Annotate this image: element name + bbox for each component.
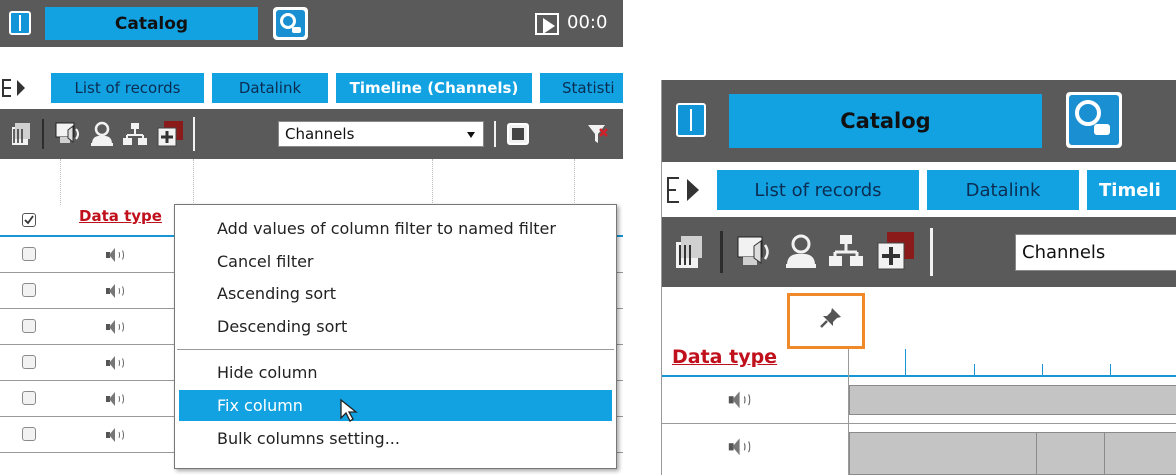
row-checkbox[interactable] <box>22 427 36 441</box>
app-logo-icon[interactable] <box>273 7 308 40</box>
tab-timeline-channels[interactable]: Timeli <box>1087 170 1176 210</box>
catalog-button[interactable]: Catalog <box>45 7 258 40</box>
tab-expand-icon[interactable] <box>667 171 707 207</box>
catalog-button[interactable]: Catalog <box>729 94 1042 148</box>
check-icon <box>24 215 34 225</box>
mouse-cursor-icon <box>340 398 358 422</box>
speaker-icon <box>106 356 126 370</box>
table-row[interactable] <box>662 377 1176 424</box>
column-context-menu: Add values of column filter to named fil… <box>174 204 617 469</box>
panel-toggle-icon[interactable] <box>9 11 31 35</box>
tree-icon[interactable] <box>828 233 864 271</box>
menu-item-descending-sort[interactable]: Descending sort <box>179 311 612 342</box>
chevron-down-icon <box>467 132 475 138</box>
archive-icon[interactable] <box>674 234 704 270</box>
timeline-tick <box>1042 364 1043 375</box>
user-icon[interactable] <box>783 233 819 271</box>
tab-statistics[interactable]: Statisti <box>540 73 623 103</box>
menu-item-fix-column[interactable]: Fix column <box>179 390 612 421</box>
speaker-icon <box>106 284 126 298</box>
menu-item-cancel-filter[interactable]: Cancel filter <box>179 246 612 277</box>
time-readout: 00:0 <box>567 12 608 33</box>
tab-list-of-records[interactable]: List of records <box>717 170 919 210</box>
row-checkbox[interactable] <box>22 391 36 405</box>
select-all-checkbox[interactable] <box>22 213 36 227</box>
toolbar-separator <box>930 228 933 276</box>
timeline-tick <box>974 364 975 375</box>
monitor-speaker-icon[interactable] <box>54 121 82 147</box>
toolbar-separator <box>494 121 496 147</box>
channels-select[interactable]: Channels <box>278 121 484 147</box>
row-checkbox[interactable] <box>22 319 36 333</box>
clear-filter-icon[interactable] <box>585 121 611 147</box>
play-icon[interactable] <box>535 13 559 35</box>
add-window-icon[interactable] <box>155 119 185 149</box>
tab-datalink[interactable]: Datalink <box>212 73 328 103</box>
menu-item-bulk-columns-setting[interactable]: Bulk columns setting... <box>179 423 612 454</box>
channels-select-value: Channels <box>285 125 355 143</box>
tree-icon[interactable] <box>122 121 148 147</box>
pin-icon[interactable] <box>818 305 844 331</box>
timeline-bar-segment-divider <box>1104 433 1105 475</box>
tab-bar: List of records Datalink Timeli <box>662 162 1176 216</box>
monitor-speaker-icon[interactable] <box>735 234 773 270</box>
menu-item-ascending-sort[interactable]: Ascending sort <box>179 278 612 309</box>
tab-expand-icon[interactable] <box>2 73 32 103</box>
timeline-bar[interactable] <box>849 432 1176 475</box>
toolbar-separator <box>42 119 44 149</box>
title-bar: Catalog 00:0 <box>0 0 623 47</box>
column-divider <box>432 159 433 205</box>
tab-timeline-channels[interactable]: Timeline (Channels) <box>336 73 532 103</box>
title-bar: Catalog <box>662 80 1176 162</box>
speaker-icon <box>106 392 126 406</box>
row-checkbox[interactable] <box>22 283 36 297</box>
right-zoomed-panel: Catalog List of records Datalink Timeli … <box>661 80 1176 475</box>
speaker-icon <box>106 428 126 442</box>
column-header-data-type[interactable]: Data type <box>672 346 777 368</box>
menu-item-add-to-named-filter[interactable]: Add values of column filter to named fil… <box>179 213 612 244</box>
left-screenshot-panel: Catalog 00:0 List of records Datalink Ti… <box>0 0 623 475</box>
channels-select[interactable]: Channels <box>1015 234 1176 271</box>
toolbar: Channels <box>662 217 1176 287</box>
timeline-bar[interactable] <box>849 385 1176 415</box>
speaker-icon <box>106 320 126 334</box>
channels-select-value: Channels <box>1022 242 1106 263</box>
archive-icon[interactable] <box>10 121 32 147</box>
speaker-icon <box>728 391 755 410</box>
timeline-bar-segment-divider <box>1036 433 1037 475</box>
row-checkbox[interactable] <box>22 247 36 261</box>
app-logo-icon[interactable] <box>1066 92 1122 148</box>
data-grid: Data type <box>662 287 1176 475</box>
tab-bar: List of records Datalink Timeline (Chann… <box>0 69 623 107</box>
pin-highlight-box <box>787 293 865 349</box>
menu-separator <box>177 349 614 350</box>
menu-item-hide-column[interactable]: Hide column <box>179 357 612 388</box>
column-header-data-type[interactable]: Data type <box>79 207 162 225</box>
timeline-tick <box>1110 364 1111 375</box>
user-icon[interactable] <box>89 121 115 147</box>
panel-toggle-icon[interactable] <box>676 103 706 137</box>
column-divider <box>193 159 194 205</box>
timeline-tick <box>905 349 906 375</box>
tab-list-of-records[interactable]: List of records <box>51 73 204 103</box>
toolbar: Channels <box>0 109 623 159</box>
toolbar-separator <box>720 231 723 273</box>
column-divider <box>60 159 61 205</box>
timeline-axis <box>848 349 1176 376</box>
speaker-icon <box>728 438 755 457</box>
column-divider <box>574 159 575 205</box>
toolbar-separator <box>193 117 195 151</box>
add-window-icon[interactable] <box>874 230 916 274</box>
row-checkbox[interactable] <box>22 355 36 369</box>
tab-datalink[interactable]: Datalink <box>927 170 1079 210</box>
speaker-icon <box>106 248 126 262</box>
stop-checkbox-icon[interactable] <box>507 123 529 145</box>
table-row[interactable] <box>662 424 1176 475</box>
